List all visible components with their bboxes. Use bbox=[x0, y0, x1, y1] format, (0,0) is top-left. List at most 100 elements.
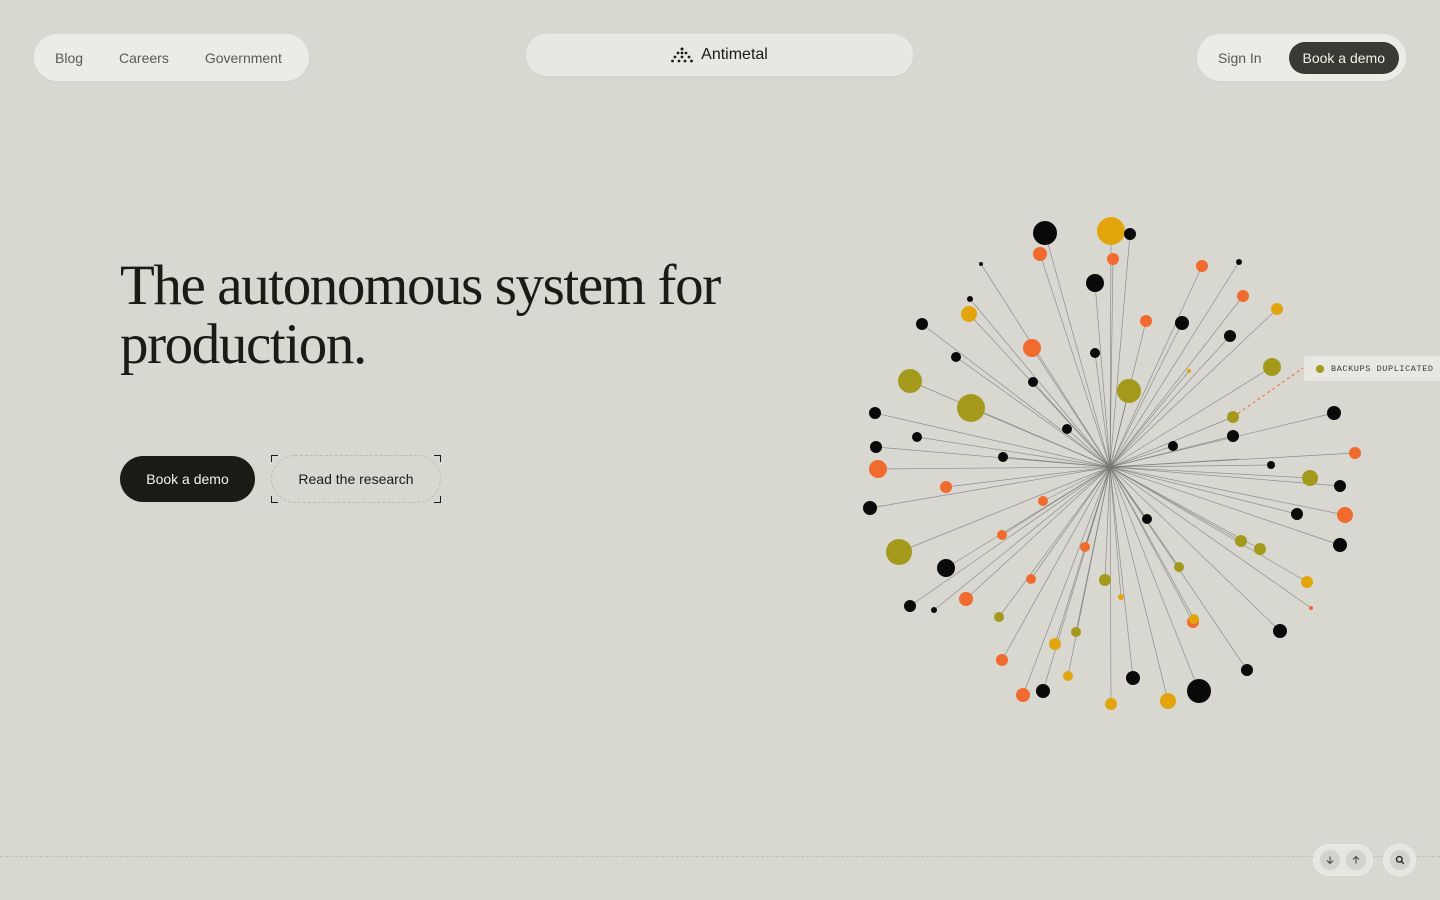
burst-node bbox=[912, 432, 922, 442]
burst-node bbox=[1099, 574, 1111, 586]
burst-node bbox=[1334, 480, 1346, 492]
burst-ray bbox=[969, 298, 1111, 468]
burst-ray bbox=[1109, 435, 1234, 468]
burst-node bbox=[1189, 614, 1199, 624]
burst-node bbox=[1337, 507, 1353, 523]
burst-ray bbox=[933, 466, 1111, 611]
arrow-down-icon[interactable] bbox=[1320, 850, 1340, 870]
event-tag-backups-duplicated[interactable]: BACKUPS DUPLICATED bbox=[1304, 356, 1440, 381]
burst-node bbox=[979, 262, 983, 266]
burst-ray bbox=[945, 466, 1111, 569]
burst-node bbox=[1062, 424, 1072, 434]
arrow-up-icon[interactable] bbox=[1346, 850, 1366, 870]
burst-ray bbox=[1042, 466, 1111, 502]
burst-ray bbox=[1022, 466, 1111, 696]
burst-node bbox=[997, 530, 1007, 540]
burst-node bbox=[1349, 447, 1361, 459]
burst-node bbox=[1263, 358, 1281, 376]
burst-node bbox=[1080, 542, 1090, 552]
brand-logo-bar[interactable]: Antimetal bbox=[527, 35, 912, 75]
burst-node bbox=[904, 600, 916, 612]
burst-node bbox=[1016, 688, 1030, 702]
burst-node bbox=[1033, 247, 1047, 261]
hero-headline: The autonomous system for production. bbox=[120, 256, 800, 374]
nav-link-blog[interactable]: Blog bbox=[55, 50, 83, 66]
burst-ray bbox=[1109, 466, 1308, 583]
bracket-corner-top-left bbox=[271, 455, 278, 462]
burst-ray bbox=[1109, 466, 1112, 705]
burst-node bbox=[1235, 535, 1247, 547]
burst-node bbox=[1241, 664, 1253, 676]
burst-node bbox=[1124, 228, 1136, 240]
burst-node bbox=[1142, 514, 1152, 524]
bracket-corner-bottom-right bbox=[434, 496, 441, 503]
burst-node bbox=[1327, 406, 1341, 420]
read-research-label: Read the research bbox=[298, 471, 414, 487]
burst-ray bbox=[970, 407, 1111, 468]
burst-node bbox=[951, 352, 961, 362]
burst-ray bbox=[1067, 466, 1111, 677]
burst-node bbox=[1090, 348, 1100, 358]
footer-divider bbox=[0, 856, 1440, 857]
burst-ray bbox=[1109, 466, 1311, 479]
hero-book-demo-button[interactable]: Book a demo bbox=[120, 456, 255, 502]
burst-node bbox=[1107, 253, 1119, 265]
nav-book-demo-button[interactable]: Book a demo bbox=[1288, 41, 1399, 74]
burst-ray bbox=[1109, 466, 1169, 702]
burst-node bbox=[1105, 698, 1117, 710]
burst-node bbox=[996, 654, 1008, 666]
burst-node bbox=[998, 452, 1008, 462]
burst-node bbox=[1140, 315, 1152, 327]
burst-node bbox=[937, 559, 955, 577]
nav-link-careers[interactable]: Careers bbox=[119, 50, 169, 66]
search-control bbox=[1384, 845, 1415, 875]
hero-headline-line-1: The autonomous system for bbox=[120, 254, 721, 317]
burst-node bbox=[1174, 562, 1184, 572]
burst-node bbox=[1038, 496, 1048, 506]
burst-node bbox=[1063, 671, 1073, 681]
burst-ray bbox=[1109, 466, 1122, 598]
burst-node bbox=[1071, 627, 1081, 637]
system-node-burst bbox=[863, 217, 1361, 710]
burst-ray bbox=[909, 466, 1111, 607]
burst-node bbox=[1026, 574, 1036, 584]
read-research-button[interactable]: Read the research bbox=[271, 455, 441, 503]
burst-node bbox=[1168, 441, 1178, 451]
tag-label: BACKUPS DUPLICATED bbox=[1331, 363, 1434, 374]
burst-node bbox=[1333, 538, 1347, 552]
burst-node bbox=[886, 539, 912, 565]
sign-in-link[interactable]: Sign In bbox=[1218, 50, 1262, 66]
burst-node bbox=[940, 481, 952, 493]
burst-node bbox=[1301, 576, 1313, 588]
burst-node bbox=[1033, 221, 1057, 245]
tag-status-dot bbox=[1316, 364, 1324, 373]
burst-node bbox=[957, 394, 985, 422]
burst-node bbox=[1302, 470, 1318, 486]
burst-node bbox=[1126, 671, 1140, 685]
burst-node bbox=[1309, 606, 1313, 610]
burst-node bbox=[1227, 430, 1239, 442]
bracket-corner-bottom-left bbox=[271, 496, 278, 503]
burst-node bbox=[961, 306, 977, 322]
burst-ray bbox=[1109, 466, 1312, 609]
burst-node bbox=[1236, 259, 1242, 265]
burst-ray bbox=[869, 466, 1111, 509]
burst-node bbox=[1049, 638, 1061, 650]
burst-ray bbox=[877, 466, 1111, 470]
nav-left-group: Blog Careers Government bbox=[35, 35, 308, 80]
burst-node bbox=[1187, 679, 1211, 703]
burst-node bbox=[1023, 339, 1041, 357]
search-icon[interactable] bbox=[1389, 850, 1410, 870]
burst-node bbox=[994, 612, 1004, 622]
bracket-corner-top-right bbox=[434, 455, 441, 462]
burst-node bbox=[869, 407, 881, 419]
burst-ray bbox=[1109, 261, 1240, 468]
burst-ray bbox=[1001, 466, 1111, 661]
burst-node bbox=[1267, 461, 1275, 469]
scroll-controls bbox=[1314, 845, 1372, 875]
nav-link-government[interactable]: Government bbox=[205, 50, 282, 66]
burst-node bbox=[931, 607, 937, 613]
burst-node bbox=[1175, 316, 1189, 330]
burst-ray bbox=[965, 466, 1111, 600]
burst-node bbox=[1086, 274, 1104, 292]
